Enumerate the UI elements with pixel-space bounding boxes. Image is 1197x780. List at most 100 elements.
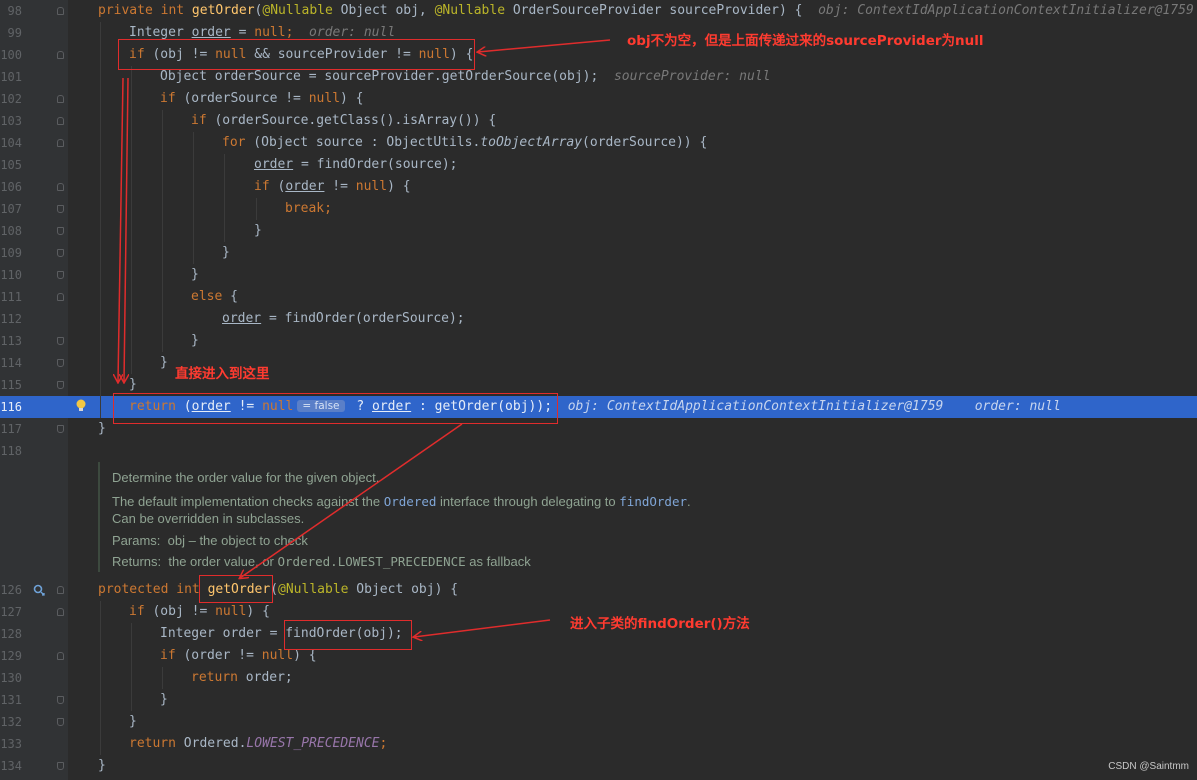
fold-marker-icon[interactable]	[57, 381, 64, 389]
code-line-102: if (orderSource != null) {	[160, 91, 364, 106]
indent-guide	[100, 22, 101, 418]
fold-marker-icon[interactable]	[57, 249, 64, 257]
javadoc-block	[98, 462, 100, 572]
inline-debug-value: order: null	[974, 399, 1061, 414]
fold-marker-icon[interactable]	[57, 183, 64, 191]
line-number: 111	[0, 290, 22, 304]
line-number: 100	[0, 48, 22, 62]
fold-marker-icon[interactable]	[57, 117, 64, 125]
code-line-105: order = findOrder(source);	[254, 157, 458, 172]
line-number: 110	[0, 268, 22, 282]
line-number: 131	[0, 693, 22, 707]
indent-guide	[100, 601, 101, 755]
code-line-106: if (order != null) {	[254, 179, 411, 194]
line-number: 98	[7, 4, 22, 18]
fold-marker-icon[interactable]	[57, 696, 64, 704]
annotation-box-return	[113, 393, 558, 424]
override-method-icon[interactable]	[33, 584, 45, 596]
javadoc-description-2: Can be overridden in subclasses.	[112, 511, 305, 526]
line-number: 108	[0, 224, 22, 238]
fold-marker-icon[interactable]	[57, 425, 64, 433]
line-number: 114	[0, 356, 22, 370]
line-number: 101	[0, 70, 22, 84]
arrow-to-findorder	[414, 619, 551, 637]
watermark: CSDN @Saintmm	[1108, 761, 1189, 772]
line-number: 115	[0, 378, 22, 392]
code-line-127: if (obj != null) {	[129, 604, 270, 619]
fold-marker-icon[interactable]	[57, 359, 64, 367]
code-line-114: }	[160, 355, 168, 370]
line-number: 99	[7, 26, 22, 40]
line-number: 127	[0, 605, 22, 619]
inline-debug-value: sourceProvider: null	[613, 69, 771, 84]
line-number: 132	[0, 715, 22, 729]
line-number: 126	[0, 583, 22, 597]
line-number-current: 116	[0, 400, 22, 414]
annotation-note-direct-jump: 直接进入到这里	[175, 366, 270, 382]
fold-marker-icon[interactable]	[57, 7, 64, 15]
code-line-126: protected int getOrder(@Nullable Object …	[98, 582, 459, 597]
line-number: 128	[0, 627, 22, 641]
annotation-note-subclass-findorder: 进入子类的findOrder()方法	[570, 616, 750, 632]
fold-marker-icon[interactable]	[57, 205, 64, 213]
code-line-131: }	[160, 692, 168, 707]
indent-guide	[131, 66, 132, 374]
code-line-111: else {	[191, 289, 238, 304]
annotation-box-if-condition	[118, 39, 475, 70]
fold-marker-icon[interactable]	[57, 227, 64, 235]
fold-marker-icon[interactable]	[57, 337, 64, 345]
annotation-box-getorder	[199, 575, 273, 603]
line-number: 104	[0, 136, 22, 150]
javadoc-description: The default implementation checks agains…	[112, 494, 691, 509]
code-line-98: private int getOrder(@Nullable Object ob…	[98, 3, 1194, 18]
line-number: 134	[0, 759, 22, 773]
code-line-113: }	[191, 333, 199, 348]
line-number: 130	[0, 671, 22, 685]
fold-marker-icon[interactable]	[57, 139, 64, 147]
inline-debug-value: order: null	[309, 25, 396, 40]
code-line-112: order = findOrder(orderSource);	[222, 311, 465, 326]
line-number: 107	[0, 202, 22, 216]
indent-guide	[162, 110, 163, 352]
code-line-133: return Ordered.LOWEST_PRECEDENCE;	[129, 736, 388, 751]
indent-guide	[193, 132, 194, 264]
code-line-108: }	[254, 223, 262, 238]
line-number: 113	[0, 334, 22, 348]
fold-marker-icon[interactable]	[57, 51, 64, 59]
code-line-117: }	[98, 421, 106, 436]
indent-guide	[162, 667, 163, 689]
arrow-down-left	[118, 77, 124, 382]
fold-marker-icon[interactable]	[57, 271, 64, 279]
code-line-110: }	[191, 267, 199, 282]
fold-marker-icon[interactable]	[57, 293, 64, 301]
fold-marker-icon[interactable]	[57, 718, 64, 726]
javadoc-summary: Determine the order value for the given …	[112, 470, 380, 485]
inline-debug-value: obj: ContextIdApplicationContextInitiali…	[567, 399, 944, 414]
code-line-132: }	[129, 714, 137, 729]
fold-marker-icon[interactable]	[57, 762, 64, 770]
annotation-box-findorder	[284, 620, 412, 650]
javadoc-params: Params: obj – the object to check	[112, 533, 308, 548]
line-number: 105	[0, 158, 22, 172]
line-number: 118	[0, 444, 22, 458]
fold-marker-icon[interactable]	[57, 608, 64, 616]
line-number: 103	[0, 114, 22, 128]
code-line-104: for (Object source : ObjectUtils.toObjec…	[222, 135, 708, 150]
line-number: 117	[0, 422, 22, 436]
line-number: 109	[0, 246, 22, 260]
fold-marker-icon[interactable]	[57, 652, 64, 660]
fold-marker-icon[interactable]	[57, 586, 64, 594]
code-line-134: }	[98, 758, 106, 773]
line-number: 133	[0, 737, 22, 751]
line-number: 102	[0, 92, 22, 106]
code-line-109: }	[222, 245, 230, 260]
lightbulb-icon[interactable]	[75, 398, 87, 414]
code-line-103: if (orderSource.getClass().isArray()) {	[191, 113, 497, 128]
indent-guide	[131, 623, 132, 711]
fold-marker-icon[interactable]	[57, 95, 64, 103]
arrow-to-if-condition	[478, 39, 611, 52]
arrow-down-right	[124, 77, 128, 382]
line-number: 129	[0, 649, 22, 663]
code-line-107: break;	[285, 201, 332, 216]
line-number: 112	[0, 312, 22, 326]
